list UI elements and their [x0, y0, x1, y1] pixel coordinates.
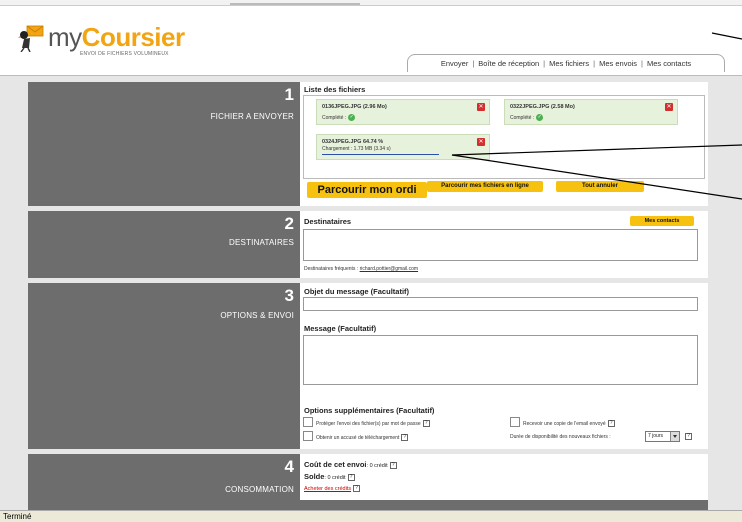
annotation-arrows — [451, 32, 742, 200]
browser-status-bar: Terminé — [0, 510, 742, 522]
